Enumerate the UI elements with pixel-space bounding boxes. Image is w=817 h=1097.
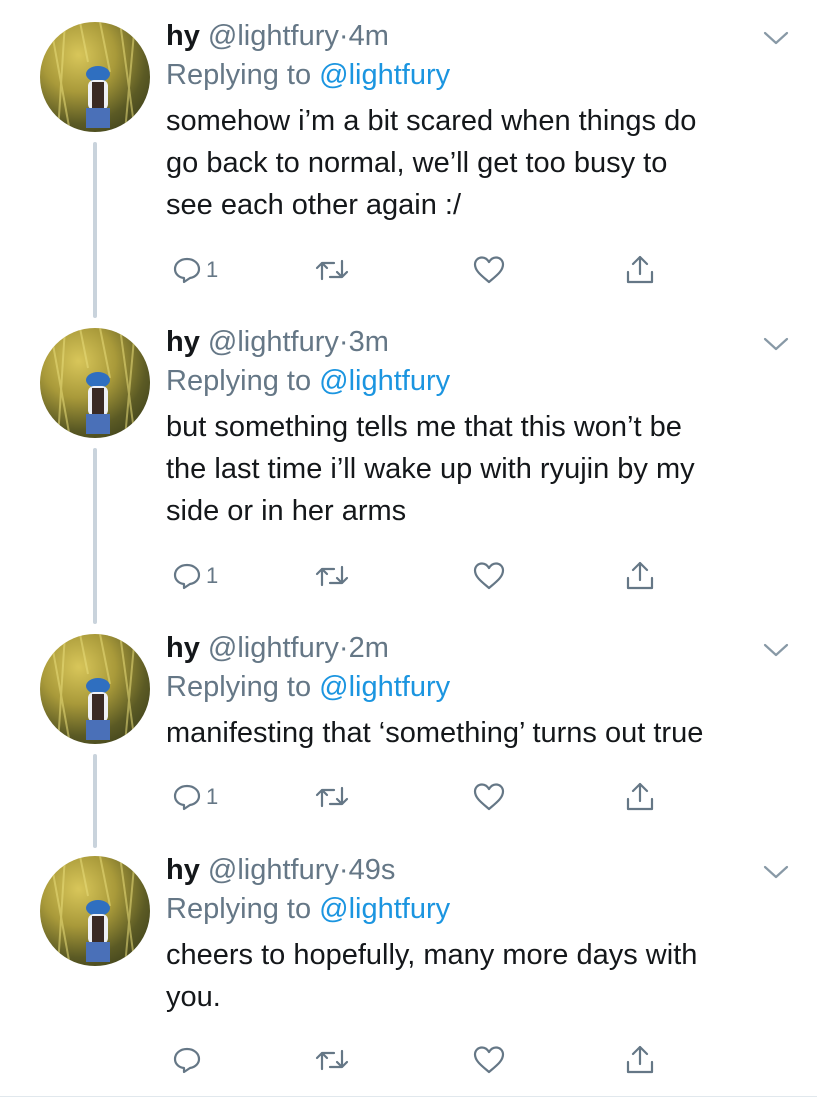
share-button[interactable]	[624, 777, 656, 817]
timestamp[interactable]: 4m	[349, 20, 389, 52]
display-name[interactable]: hy	[166, 326, 200, 358]
user-handle[interactable]: @lightfury	[208, 632, 339, 664]
reply-button[interactable]	[172, 1040, 206, 1080]
user-handle[interactable]: @lightfury	[208, 326, 339, 358]
tweet[interactable]: hy @lightfury·2m Replying to @lightfury …	[0, 612, 817, 842]
avatar[interactable]	[40, 634, 150, 744]
display-name[interactable]: hy	[166, 20, 200, 52]
like-icon	[473, 562, 505, 590]
tweet-text: but something tells me that this won’t b…	[166, 411, 695, 527]
tweet-actions: 1	[166, 250, 686, 290]
retweet-icon	[315, 565, 349, 587]
timestamp[interactable]: 3m	[349, 326, 389, 358]
retweet-icon	[315, 259, 349, 281]
chevron-down-icon[interactable]	[763, 642, 789, 658]
tweet[interactable]: hy @lightfury·49s Replying to @lightfury…	[0, 834, 817, 1097]
tweet-header: hy @lightfury·3m	[166, 324, 797, 360]
tweet-text: manifesting that ‘something’ turns out t…	[166, 717, 704, 749]
chevron-down-icon[interactable]	[763, 336, 789, 352]
tweet[interactable]: hy @lightfury·4m Replying to @lightfury …	[0, 0, 817, 310]
like-button[interactable]	[472, 250, 506, 290]
retweet-button[interactable]	[314, 1040, 350, 1080]
chevron-down-icon[interactable]	[763, 864, 789, 880]
replying-to-handle[interactable]: @lightfury	[319, 365, 450, 397]
display-name[interactable]: hy	[166, 854, 200, 886]
replying-to-handle[interactable]: @lightfury	[319, 671, 450, 703]
share-button[interactable]	[624, 250, 656, 290]
tweet-thread: hy @lightfury·4m Replying to @lightfury …	[0, 0, 817, 1097]
reply-button[interactable]: 1	[172, 777, 218, 817]
share-icon	[626, 561, 654, 590]
reply-count: 1	[206, 784, 219, 809]
share-icon	[626, 1045, 654, 1074]
reply-icon	[173, 1047, 201, 1074]
tweet-header: hy @lightfury·4m	[166, 18, 797, 54]
reply-count: 1	[206, 257, 219, 282]
timestamp[interactable]: 2m	[349, 632, 389, 664]
reply-icon	[173, 257, 201, 284]
replying-to-label: Replying to	[166, 893, 320, 925]
reply-count: 1	[206, 563, 219, 588]
tweet-text: somehow i’m a bit scared when things do …	[166, 105, 697, 221]
separator-dot: ·	[338, 632, 349, 664]
tweet-actions: 1	[166, 556, 686, 596]
like-button[interactable]	[472, 1040, 506, 1080]
share-button[interactable]	[624, 1040, 656, 1080]
share-icon	[626, 255, 654, 284]
reply-button[interactable]: 1	[172, 250, 218, 290]
replying-to-label: Replying to	[166, 671, 320, 703]
replying-to: Replying to @lightfury	[166, 362, 797, 400]
user-handle[interactable]: @lightfury	[208, 20, 339, 52]
replying-to-label: Replying to	[166, 59, 320, 91]
replying-to: Replying to @lightfury	[166, 668, 797, 706]
tweet-header: hy @lightfury·2m	[166, 630, 797, 666]
like-button[interactable]	[472, 777, 506, 817]
display-name[interactable]: hy	[166, 632, 200, 664]
retweet-icon	[315, 786, 349, 808]
chevron-down-icon[interactable]	[763, 30, 789, 46]
separator-dot: ·	[338, 326, 349, 358]
like-icon	[473, 1046, 505, 1074]
reply-icon	[173, 784, 201, 811]
reply-button[interactable]: 1	[172, 556, 218, 596]
replying-to: Replying to @lightfury	[166, 890, 797, 928]
retweet-icon	[315, 1049, 349, 1071]
replying-to-handle[interactable]: @lightfury	[319, 893, 450, 925]
separator-dot: ·	[338, 854, 349, 886]
tweet-text: cheers to hopefully, many more days with…	[166, 939, 698, 1013]
avatar[interactable]	[40, 328, 150, 438]
replying-to-handle[interactable]: @lightfury	[319, 59, 450, 91]
tweet-actions	[166, 1040, 686, 1080]
user-handle[interactable]: @lightfury	[208, 854, 339, 886]
reply-icon	[173, 563, 201, 590]
tweet-header: hy @lightfury·49s	[166, 852, 797, 888]
separator-dot: ·	[338, 20, 349, 52]
retweet-button[interactable]	[314, 777, 350, 817]
tweet-actions: 1	[166, 777, 686, 817]
share-button[interactable]	[624, 556, 656, 596]
avatar[interactable]	[40, 22, 150, 132]
like-icon	[473, 256, 505, 284]
retweet-button[interactable]	[314, 250, 350, 290]
timestamp[interactable]: 49s	[349, 854, 396, 886]
share-icon	[626, 782, 654, 811]
replying-to-label: Replying to	[166, 365, 320, 397]
like-icon	[473, 783, 505, 811]
replying-to: Replying to @lightfury	[166, 56, 797, 94]
retweet-button[interactable]	[314, 556, 350, 596]
avatar[interactable]	[40, 856, 150, 966]
like-button[interactable]	[472, 556, 506, 596]
tweet[interactable]: hy @lightfury·3m Replying to @lightfury …	[0, 306, 817, 616]
